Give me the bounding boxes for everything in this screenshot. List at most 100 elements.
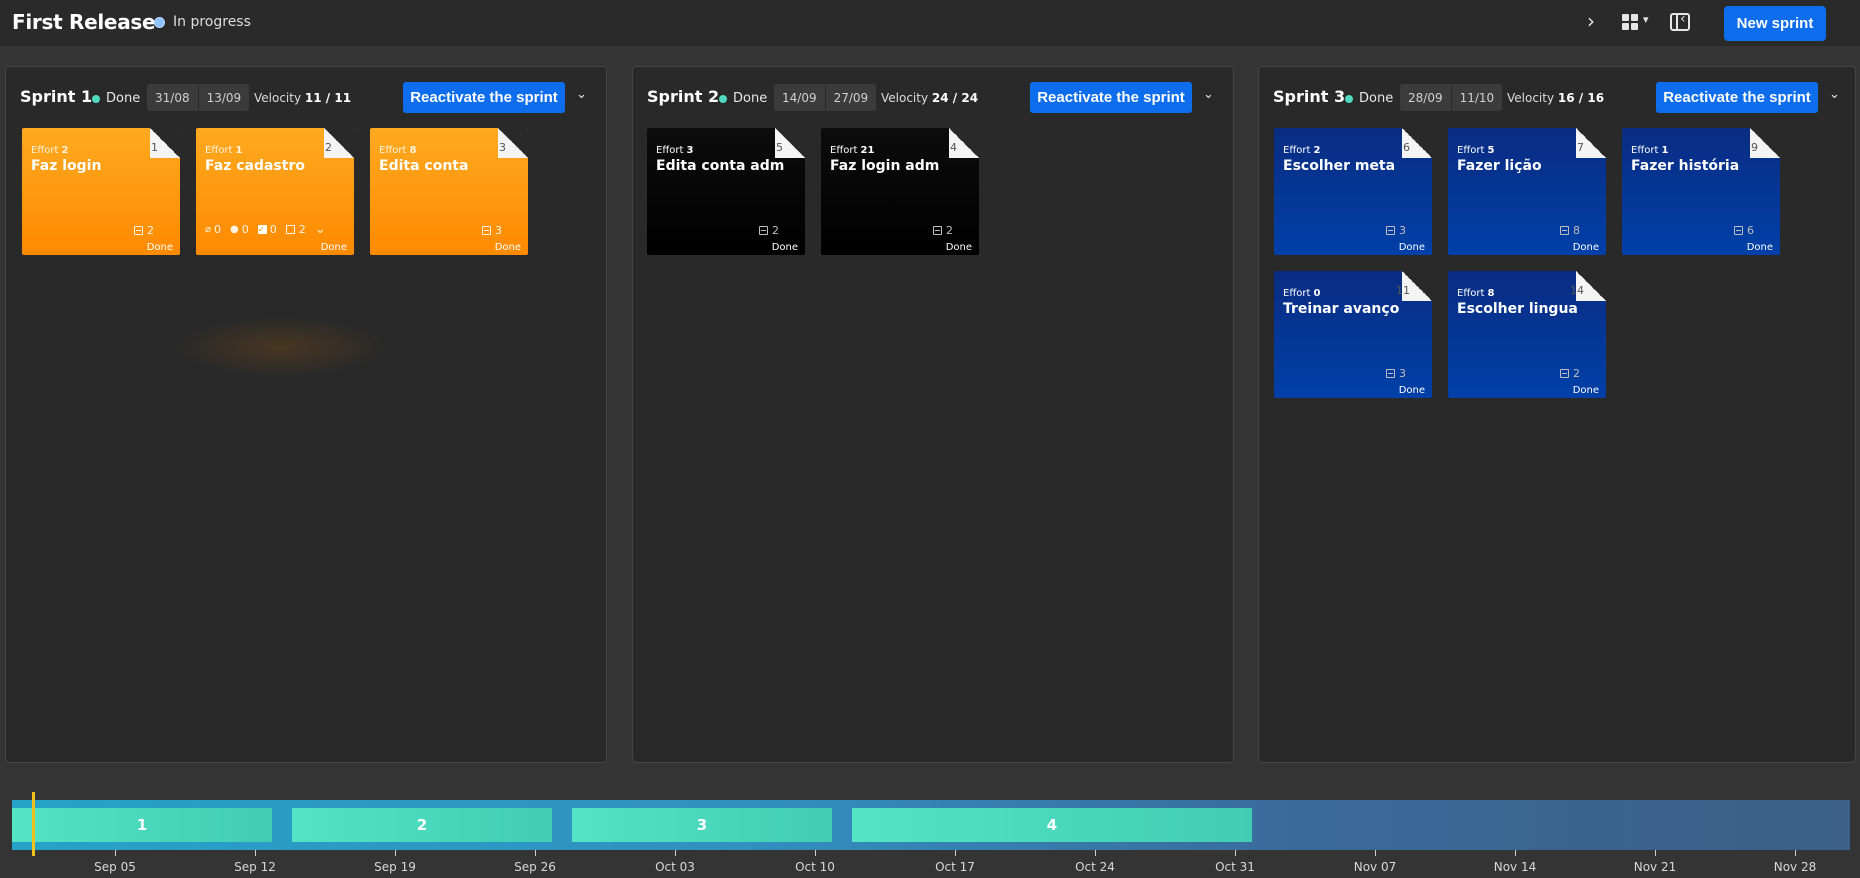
attachment-count: 0 bbox=[214, 223, 222, 236]
card-title: Fazer história bbox=[1631, 158, 1740, 174]
release-status-label: In progress bbox=[173, 14, 251, 30]
sprint-header: Sprint 1 Done 31/08 13/09 Velocity 11 / 1… bbox=[6, 67, 606, 127]
card-title: Faz login bbox=[31, 158, 102, 174]
task-count: 3 bbox=[495, 224, 502, 237]
timeline-sprint-bar[interactable]: 1 bbox=[12, 808, 272, 842]
timeline-tick-label: Oct 17 bbox=[935, 860, 975, 874]
task-count: 8 bbox=[1573, 224, 1580, 237]
story-card[interactable]: 1 Effort 2 Faz login 2 Done bbox=[22, 128, 180, 255]
timeline-tick-label: Oct 24 bbox=[1075, 860, 1115, 874]
timeline-tick bbox=[955, 850, 956, 856]
card-tasks[interactable]: 2 bbox=[285, 223, 306, 236]
task-count: 2 bbox=[946, 224, 953, 237]
sprint-end-date[interactable]: 13/09 bbox=[197, 84, 250, 111]
release-timeline[interactable]: 1 2 3 4 bbox=[12, 800, 1850, 850]
card-title: Edita conta bbox=[379, 158, 469, 174]
card-effort: Effort 2 bbox=[1283, 145, 1321, 156]
effort-label: Effort bbox=[31, 145, 59, 156]
timeline-tick-label: Nov 28 bbox=[1773, 860, 1817, 874]
card-status: Done bbox=[494, 242, 521, 253]
effort-label: Effort bbox=[1457, 145, 1485, 156]
task-count: 3 bbox=[1399, 367, 1406, 380]
timeline-tick bbox=[1235, 850, 1236, 856]
effort-label: Effort bbox=[1631, 145, 1659, 156]
card-checklist[interactable]: ✓ 0 bbox=[257, 223, 277, 236]
effort-value: 5 bbox=[1487, 145, 1495, 156]
sprint-start-date[interactable]: 28/09 bbox=[1400, 84, 1451, 111]
card-meta: ⌀ 0 ● 0 ✓ 0 2 ⌄ bbox=[205, 222, 326, 237]
effort-value: 2 bbox=[61, 145, 69, 156]
card-tasks: 3 bbox=[1386, 224, 1406, 237]
velocity-value: 24 / 24 bbox=[931, 91, 979, 105]
timeline-sprint-bar[interactable]: 4 bbox=[852, 808, 1252, 842]
sprint-dates[interactable]: 28/09 11/10 bbox=[1400, 84, 1503, 111]
reactivate-sprint-button[interactable]: Reactivate the sprint bbox=[1030, 82, 1192, 113]
task-list-icon bbox=[1386, 369, 1395, 378]
card-status: Done bbox=[1572, 242, 1599, 253]
sprint-dates[interactable]: 31/08 13/09 bbox=[147, 84, 250, 111]
timeline-tick bbox=[395, 850, 396, 856]
release-title: First Release bbox=[12, 10, 156, 34]
card-tasks: 2 bbox=[759, 224, 779, 237]
story-card[interactable]: 14 Effort 8 Escolher lingua 2 Done bbox=[1448, 271, 1606, 398]
card-status: Done bbox=[146, 242, 173, 253]
card-status: Done bbox=[1572, 385, 1599, 396]
sprint-end-date[interactable]: 27/09 bbox=[824, 84, 877, 111]
card-attachments[interactable]: ⌀ 0 bbox=[205, 223, 221, 236]
grid-view-icon[interactable] bbox=[1622, 14, 1638, 30]
timeline-tick-label: Oct 10 bbox=[795, 860, 835, 874]
effort-value: 1 bbox=[235, 145, 243, 156]
reactivate-sprint-button[interactable]: Reactivate the sprint bbox=[1656, 82, 1818, 113]
card-number: 3 bbox=[499, 141, 506, 154]
sprint-panel: Sprint 2 Done 14/09 27/09 Velocity 24 / 2… bbox=[632, 66, 1234, 763]
sprint-title: Sprint 2 bbox=[647, 87, 720, 106]
card-title: Faz login adm bbox=[830, 158, 940, 174]
caret-down-icon[interactable]: ⌄ bbox=[1829, 87, 1840, 102]
card-comments[interactable]: ● 0 bbox=[230, 223, 249, 236]
caret-down-icon[interactable]: ▾ bbox=[1643, 13, 1649, 26]
caret-down-icon[interactable]: ⌄ bbox=[576, 87, 587, 102]
effort-value: 0 bbox=[1313, 288, 1321, 299]
sprint-start-date[interactable]: 31/08 bbox=[147, 84, 198, 111]
story-card[interactable]: 2 Effort 1 Faz cadastro ⌀ 0 ● 0 ✓ 0 2 ⌄ Don… bbox=[196, 128, 354, 255]
sprint-dates[interactable]: 14/09 27/09 bbox=[774, 84, 877, 111]
chevron-down-icon[interactable]: ⌄ bbox=[315, 222, 326, 237]
timeline-sprint-bar[interactable]: 3 bbox=[572, 808, 832, 842]
timeline-tick bbox=[1375, 850, 1376, 856]
story-card[interactable]: 6 Effort 2 Escolher meta 3 Done bbox=[1274, 128, 1432, 255]
status-dot bbox=[154, 16, 165, 28]
today-marker[interactable] bbox=[32, 792, 35, 856]
timeline-tick-label: Sep 05 bbox=[94, 860, 136, 874]
card-tasks: 3 bbox=[1386, 367, 1406, 380]
sprint-velocity: Velocity 11 / 11 bbox=[254, 91, 351, 105]
chevron-right-icon[interactable]: › bbox=[1587, 9, 1595, 33]
sprint-header: Sprint 2 Done 14/09 27/09 Velocity 24 / 2… bbox=[633, 67, 1233, 127]
sprint-start-date[interactable]: 14/09 bbox=[774, 84, 825, 111]
story-card[interactable]: 4 Effort 21 Faz login adm 2 Done bbox=[821, 128, 979, 255]
sprint-status: Done bbox=[92, 91, 140, 106]
sprint-velocity: Velocity 16 / 16 bbox=[1507, 91, 1604, 105]
story-card[interactable]: 5 Effort 3 Edita conta adm 2 Done bbox=[647, 128, 805, 255]
story-card[interactable]: 11 Effort 0 Treinar avanço 3 Done bbox=[1274, 271, 1432, 398]
task-list-icon bbox=[285, 225, 295, 234]
timeline-sprint-bar[interactable]: 2 bbox=[292, 808, 552, 842]
card-status: Done bbox=[1398, 242, 1425, 253]
caret-down-icon[interactable]: ⌄ bbox=[1203, 87, 1214, 102]
effort-value: 8 bbox=[1487, 288, 1495, 299]
effort-label: Effort bbox=[656, 145, 684, 156]
sprint-end-date[interactable]: 11/10 bbox=[1450, 84, 1503, 111]
new-sprint-button[interactable]: New sprint bbox=[1724, 6, 1826, 41]
effort-label: Effort bbox=[1457, 288, 1485, 299]
task-list-icon bbox=[134, 226, 143, 235]
sidebar-toggle-icon[interactable] bbox=[1670, 11, 1690, 31]
comment-icon: ● bbox=[230, 224, 239, 235]
sprint-status-label: Done bbox=[733, 91, 768, 106]
sprint-title: Sprint 3 bbox=[1273, 87, 1346, 106]
story-card[interactable]: 7 Effort 5 Fazer lição 8 Done bbox=[1448, 128, 1606, 255]
timeline-tick bbox=[535, 850, 536, 856]
effort-value: 3 bbox=[686, 145, 694, 156]
reactivate-sprint-button[interactable]: Reactivate the sprint bbox=[403, 82, 565, 113]
timeline-tick-label: Oct 31 bbox=[1215, 860, 1255, 874]
story-card[interactable]: 9 Effort 1 Fazer história 6 Done bbox=[1622, 128, 1780, 255]
story-card[interactable]: 3 Effort 8 Edita conta 3 Done bbox=[370, 128, 528, 255]
